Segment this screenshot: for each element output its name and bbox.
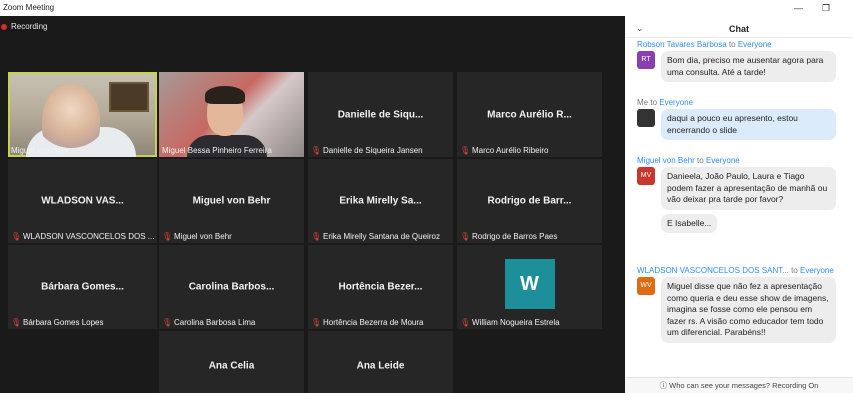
participant-tile[interactable]: Miguel Bessa Pinheiro Ferreira	[159, 72, 304, 157]
recipient: Everyone	[800, 266, 834, 275]
participant-tile[interactable]: Carolina Barbos... 🎙 Carolina Barbosa Lim…	[159, 245, 304, 329]
record-dot-icon	[1, 23, 7, 30]
participant-tile[interactable]: Ana Leide	[308, 331, 453, 393]
participant-display-name: WLADSON VAS...	[41, 195, 124, 207]
mic-muted-icon: 🎙	[460, 318, 471, 327]
to-word: to	[697, 156, 704, 165]
participant-name: WLADSON VASCONCELOS DOS ...	[23, 232, 154, 241]
my-avatar	[637, 109, 655, 127]
participant-display-name: Miguel von Behr	[192, 195, 271, 207]
participant-name: Erika Mirelly Santana de Queiroz	[323, 232, 440, 241]
participant-display-name: Bárbara Gomes...	[41, 281, 124, 293]
participant-display-name: Ana Celia	[208, 360, 255, 372]
mic-muted-icon: 🎙	[162, 232, 173, 241]
participant-tile[interactable]: Danielle de Siqu... 🎙 Danielle de Siqueir…	[308, 72, 453, 157]
mic-muted-icon: 🎙	[11, 232, 22, 241]
message-sender: Me to Everyone	[637, 98, 853, 107]
participant-tile[interactable]: Erika Mirelly Sa... 🎙 Erika Mirelly Santa…	[308, 159, 453, 243]
participant-tile[interactable]: Miguel von Behr 🎙 Miguel von Behr	[159, 159, 304, 243]
participant-name: Bárbara Gomes Lopes	[23, 318, 104, 327]
video-person-hair	[205, 86, 245, 104]
recipient: Everyone	[737, 40, 772, 49]
participant-avatar: W	[504, 259, 555, 309]
mic-muted-icon: 🎙	[460, 146, 471, 155]
participant-display-name: Carolina Barbos...	[188, 281, 275, 293]
chat-message: Miguel von Behr to Everyone MV Danieela,…	[637, 156, 853, 233]
participant-tile[interactable]: Ana Celia	[159, 331, 304, 393]
participant-name: Danielle de Siqueira Jansen	[323, 146, 423, 155]
sender-name: WLADSON VASCONCELOS DOS SANT...	[637, 266, 789, 275]
sender-name: Robson Tavares Barbosa	[637, 40, 727, 49]
message-bubble: Bom dia, preciso me ausentar agora para …	[661, 51, 836, 82]
message-bubble: E Isabelle...	[661, 213, 718, 233]
participant-name: Miguel von Behr	[174, 232, 232, 241]
wall-picture	[109, 82, 149, 112]
chat-message: WLADSON VASCONCELOS DOS SANT... to Every…	[637, 266, 853, 343]
chat-messages[interactable]: Robson Tavares Barbosa to Everyone RT Bo…	[625, 38, 853, 376]
sender-avatar: MV	[637, 167, 655, 185]
chat-visibility-notice[interactable]: ⓘ Who can see your messages? Recording O…	[625, 377, 853, 393]
participant-name: Miguel von Behr	[11, 146, 69, 155]
sender-name: Me	[637, 98, 649, 107]
mic-muted-icon: 🎙	[311, 232, 322, 241]
minimize-icon[interactable]: —	[794, 3, 803, 13]
footer-text: Who can see your messages? Recording On	[669, 381, 819, 390]
message-bubble: Miguel disse que não fez a apresentação …	[661, 277, 836, 343]
participant-tile[interactable]: WLADSON VAS... 🎙 WLADSON VASCONCELOS DOS …	[8, 159, 157, 243]
mic-muted-icon: 🎙	[311, 318, 322, 327]
message-sender: Robson Tavares Barbosa to Everyone	[637, 40, 853, 49]
participant-display-name: Danielle de Siqu...	[337, 109, 424, 120]
participant-tile[interactable]: W 🎙 William Nogueira Estrela	[457, 245, 602, 329]
sender-avatar: WV	[637, 277, 655, 295]
participant-display-name: Erika Mirelly Sa...	[339, 195, 422, 207]
participant-tile[interactable]: Hortência Bezer... 🎙 Hortência Bezerra de…	[308, 245, 453, 329]
chat-title: Chat	[729, 24, 749, 34]
participant-name: Rodrigo de Barros Paes	[472, 232, 558, 241]
participant-tile[interactable]: Rodrigo de Barr... 🎙 Rodrigo de Barros Pa…	[457, 159, 602, 243]
sender-avatar: RT	[637, 51, 655, 69]
message-sender: WLADSON VASCONCELOS DOS SANT... to Every…	[637, 266, 853, 275]
mic-muted-icon: 🎙	[311, 146, 322, 155]
mic-muted-icon: 🎙	[11, 318, 22, 327]
recording-label: Recording	[11, 22, 48, 31]
participant-name: Carolina Barbosa Lima	[174, 318, 256, 327]
participant-display-name: Marco Aurélio R...	[487, 109, 572, 120]
participant-tile[interactable]: Marco Aurélio R... 🎙 Marco Aurélio Ribeir…	[457, 72, 602, 157]
participant-name: Hortência Bezerra de Moura	[323, 318, 424, 327]
to-word: to	[791, 266, 798, 275]
to-word: to	[650, 98, 658, 107]
restore-window-icon[interactable]: ❐	[822, 3, 830, 14]
chat-header: — ❐ ⌄ Chat	[625, 0, 853, 38]
video-gallery: Recording Miguel von Behr Miguel Bessa P…	[0, 16, 625, 393]
participant-display-name: Hortência Bezer...	[338, 281, 423, 293]
recording-indicator[interactable]: Recording	[1, 22, 48, 31]
chat-message: Robson Tavares Barbosa to Everyone RT Bo…	[637, 40, 853, 82]
message-bubble: daqui a pouco eu apresento, estou encerr…	[661, 109, 836, 140]
participant-name: William Nogueira Estrela	[472, 318, 560, 327]
info-icon: ⓘ	[659, 381, 668, 390]
mic-muted-icon: 🎙	[460, 232, 471, 241]
message-sender: Miguel von Behr to Everyone	[637, 156, 853, 165]
chat-message: Me to Everyone daqui a pouco eu apresent…	[637, 98, 853, 140]
participant-tile[interactable]: Miguel von Behr	[8, 72, 157, 157]
participant-display-name: Rodrigo de Barr...	[487, 195, 572, 207]
chat-panel: — ❐ ⌄ Chat Robson Tavares Barbosa to Eve…	[625, 0, 853, 393]
window-title: Zoom Meeting	[0, 0, 625, 16]
participant-display-name: Ana Leide	[356, 360, 405, 372]
message-bubble: Danieela, João Paulo, Laura e Tiago pode…	[661, 167, 836, 210]
participant-name: Miguel Bessa Pinheiro Ferreira	[162, 146, 272, 155]
sender-name: Miguel von Behr	[637, 156, 695, 165]
participant-name: Marco Aurélio Ribeiro	[472, 146, 549, 155]
participant-tile[interactable]: Bárbara Gomes... 🎙 Bárbara Gomes Lopes	[8, 245, 157, 329]
mic-muted-icon: 🎙	[162, 318, 173, 327]
recipient: Everyone	[659, 98, 694, 107]
to-word: to	[728, 40, 736, 49]
recipient: Everyone	[705, 156, 740, 165]
